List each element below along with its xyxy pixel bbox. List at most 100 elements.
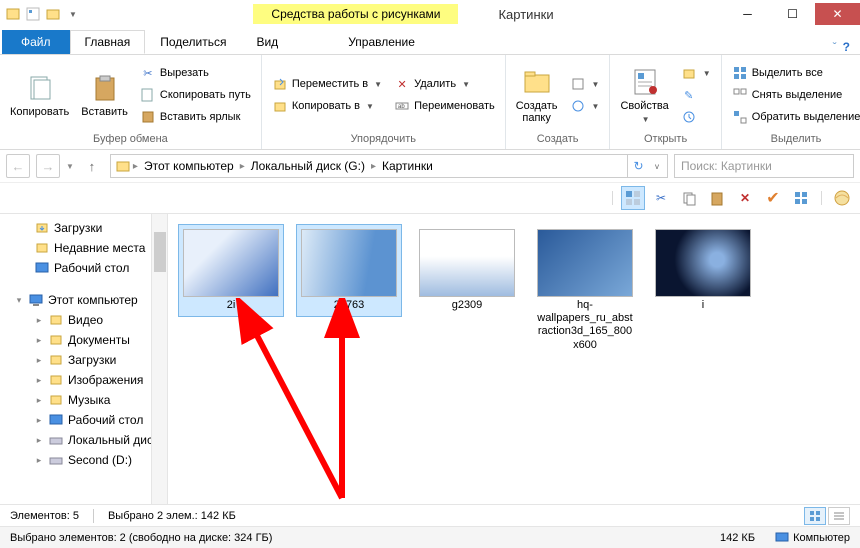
chevron-right-icon[interactable]: ▸ bbox=[133, 161, 138, 172]
history-dropdown-icon[interactable]: ▼ bbox=[66, 162, 74, 171]
close-button[interactable]: ✕ bbox=[815, 3, 860, 25]
file-label: i bbox=[702, 299, 704, 312]
tree-item-desktop2[interactable]: ▸Рабочий стол bbox=[0, 410, 167, 430]
expander-icon[interactable]: ▾ bbox=[14, 295, 24, 306]
select-all-button[interactable]: Выделить все bbox=[728, 63, 860, 83]
copy-tool-icon[interactable] bbox=[677, 186, 701, 210]
status-size: 142 КБ bbox=[720, 532, 755, 544]
new-folder-button[interactable]: Создать папку bbox=[512, 64, 562, 126]
tab-home[interactable]: Главная bbox=[70, 30, 146, 54]
paste-shortcut-button[interactable]: Вставить ярлык bbox=[136, 107, 255, 127]
expander-icon[interactable]: ▸ bbox=[34, 435, 44, 446]
file-thumbnail bbox=[537, 229, 633, 297]
expander-icon[interactable]: ▸ bbox=[34, 395, 44, 406]
tab-file[interactable]: Файл bbox=[2, 30, 70, 54]
view-thumbnails-button[interactable] bbox=[804, 507, 826, 525]
rename-button[interactable]: abПереименовать bbox=[390, 96, 499, 116]
content-area[interactable]: 2i20763g2309 hq-wallpapers_ru_abstraction… bbox=[168, 214, 860, 504]
copy-path-button[interactable]: Скопировать путь bbox=[136, 85, 255, 105]
breadcrumb-item[interactable]: Картинки bbox=[378, 159, 437, 173]
paste-tool-icon[interactable] bbox=[705, 186, 729, 210]
tree-item-recent[interactable]: Недавние места bbox=[0, 238, 167, 258]
svg-text:ab: ab bbox=[398, 104, 405, 110]
maximize-button[interactable]: ☐ bbox=[770, 3, 815, 25]
tab-view[interactable]: Вид bbox=[241, 30, 293, 54]
file-item[interactable]: g2309 bbox=[414, 224, 520, 317]
up-button[interactable]: ↑ bbox=[80, 154, 104, 178]
expander-icon[interactable]: ▸ bbox=[34, 375, 44, 386]
tree-item-downloads[interactable]: Загрузки bbox=[0, 218, 167, 238]
ribbon-group-open: Свойства ▼ ▼ ✎ Открыть bbox=[610, 55, 721, 149]
tree-item-second-d[interactable]: ▸Second (D:) bbox=[0, 450, 167, 470]
invert-selection-button[interactable]: Обратить выделение bbox=[728, 107, 860, 127]
file-item[interactable]: hq-wallpapers_ru_abstraction3d_165_800x6… bbox=[532, 224, 638, 357]
edit-button[interactable]: ✎ bbox=[677, 85, 715, 105]
chevron-right-icon[interactable]: ▸ bbox=[240, 161, 245, 172]
minimize-button[interactable]: ─ bbox=[725, 3, 770, 25]
layout-tool-icon[interactable] bbox=[789, 186, 813, 210]
delete-button[interactable]: ✕Удалить▼ bbox=[390, 74, 499, 94]
back-button[interactable]: ← bbox=[6, 154, 30, 178]
scrollbar-vertical[interactable] bbox=[151, 214, 167, 504]
qat-properties-icon[interactable] bbox=[24, 5, 42, 23]
expander-icon[interactable]: ▸ bbox=[34, 455, 44, 466]
file-label: hq-wallpapers_ru_abstraction3d_165_800x6… bbox=[537, 299, 633, 352]
address-bar[interactable]: ▸ Этот компьютер ▸ Локальный диск (G:) ▸… bbox=[110, 154, 668, 178]
file-item[interactable]: 2i bbox=[178, 224, 284, 317]
file-item[interactable]: 20763 bbox=[296, 224, 402, 317]
cut-tool-icon[interactable]: ✂ bbox=[649, 186, 673, 210]
status-location: Компьютер bbox=[775, 531, 850, 545]
tree-item-videos[interactable]: ▸Видео bbox=[0, 310, 167, 330]
breadcrumb-item[interactable]: Локальный диск (G:) bbox=[247, 159, 369, 173]
forward-button[interactable]: → bbox=[36, 154, 60, 178]
tree-item-pictures[interactable]: ▸Изображения bbox=[0, 370, 167, 390]
address-dropdown-icon[interactable]: v bbox=[651, 162, 663, 171]
refresh-icon[interactable]: ↻ bbox=[627, 155, 649, 177]
expander-icon[interactable]: ▸ bbox=[34, 335, 44, 346]
delete-tool-icon[interactable]: ✕ bbox=[733, 186, 757, 210]
expander-icon[interactable]: ▸ bbox=[34, 315, 44, 326]
open-with-button[interactable]: ▼ bbox=[677, 63, 715, 83]
body-area: Загрузки Недавние места Рабочий стол ▾Эт… bbox=[0, 214, 860, 504]
paste-button[interactable]: Вставить bbox=[77, 70, 132, 120]
ribbon-collapse-icon[interactable]: ˇ bbox=[833, 40, 837, 54]
search-input[interactable]: Поиск: Картинки bbox=[674, 154, 854, 178]
file-thumbnail bbox=[655, 229, 751, 297]
app-icon[interactable] bbox=[4, 5, 22, 23]
chevron-right-icon[interactable]: ▸ bbox=[371, 161, 376, 172]
navigation-bar: ← → ▼ ↑ ▸ Этот компьютер ▸ Локальный дис… bbox=[0, 150, 860, 182]
view-details-button[interactable] bbox=[828, 507, 850, 525]
tree-item-documents[interactable]: ▸Документы bbox=[0, 330, 167, 350]
move-to-button[interactable]: Переместить в▼ bbox=[268, 74, 386, 94]
tree-item-desktop[interactable]: Рабочий стол bbox=[0, 258, 167, 278]
item-count: Элементов: 5 bbox=[10, 510, 79, 522]
tree-item-this-pc[interactable]: ▾Этот компьютер bbox=[0, 290, 167, 310]
shell-icon[interactable] bbox=[830, 186, 854, 210]
tab-manage[interactable]: Управление bbox=[333, 30, 430, 54]
contextual-tab-label: Средства работы с рисунками bbox=[253, 4, 458, 24]
search-placeholder: Поиск: Картинки bbox=[681, 159, 772, 173]
tree-item-local-disk[interactable]: ▸Локальный диск bbox=[0, 430, 167, 450]
help-icon[interactable]: ? bbox=[843, 40, 850, 54]
organize-tool-icon[interactable] bbox=[621, 186, 645, 210]
breadcrumb-item[interactable]: Этот компьютер bbox=[140, 159, 238, 173]
tree-item-downloads2[interactable]: ▸Загрузки bbox=[0, 350, 167, 370]
qat-dropdown-icon[interactable]: ▼ bbox=[64, 5, 82, 23]
apply-tool-icon[interactable]: ✔ bbox=[761, 186, 785, 210]
properties-button[interactable]: Свойства ▼ bbox=[616, 64, 672, 125]
file-item[interactable]: i bbox=[650, 224, 756, 317]
copy-button[interactable]: Копировать bbox=[6, 70, 73, 120]
cut-button[interactable]: ✂Вырезать bbox=[136, 63, 255, 83]
items-grid: 2i20763g2309 hq-wallpapers_ru_abstraction… bbox=[178, 224, 850, 357]
new-item-button[interactable]: ▼ bbox=[566, 74, 604, 94]
tree-item-music[interactable]: ▸Музыка bbox=[0, 390, 167, 410]
history-button[interactable] bbox=[677, 107, 715, 127]
easy-access-button[interactable]: ▼ bbox=[566, 96, 604, 116]
expander-icon[interactable]: ▸ bbox=[34, 415, 44, 426]
expander-icon[interactable]: ▸ bbox=[34, 355, 44, 366]
ribbon-group-select: Выделить все Снять выделение Обратить вы… bbox=[722, 55, 860, 149]
qat-new-folder-icon[interactable] bbox=[44, 5, 62, 23]
tab-share[interactable]: Поделиться bbox=[145, 30, 241, 54]
copy-to-button[interactable]: Копировать в▼ bbox=[268, 96, 386, 116]
select-none-button[interactable]: Снять выделение bbox=[728, 85, 860, 105]
